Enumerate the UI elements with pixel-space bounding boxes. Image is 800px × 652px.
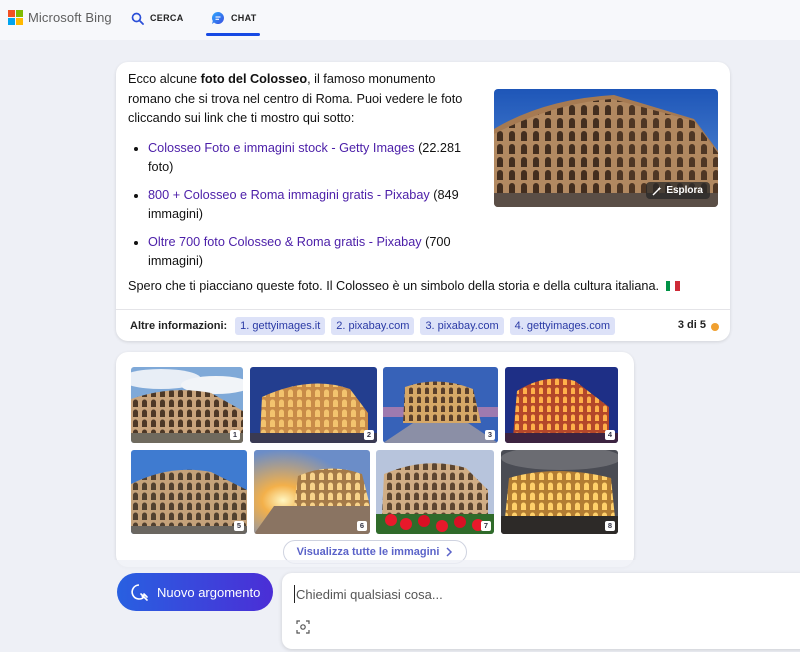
source-chip-pixabay-1[interactable]: 2. pixabay.com	[331, 316, 415, 335]
chat-bubble-icon	[211, 11, 224, 24]
tab-cerca[interactable]: CERCA	[131, 0, 184, 36]
thumbnail-index-badge: 3	[485, 430, 495, 440]
colosseum-photo	[250, 367, 377, 443]
colosseum-photo	[505, 367, 618, 443]
answer-intro: Ecco alcune foto del Colosseo, il famoso…	[128, 70, 478, 129]
colosseum-preview-image[interactable]: Esplora	[494, 89, 718, 207]
chevron-right-icon	[446, 547, 453, 557]
colosseum-photo	[376, 450, 494, 534]
source-chip-gettyimages-com[interactable]: 4. gettyimages.com	[509, 316, 615, 335]
image-thumbnail-2[interactable]: 2	[250, 367, 377, 443]
pixabay-link-2[interactable]: Oltre 700 foto Colosseo & Roma gratis - …	[148, 235, 422, 249]
image-thumbnail-4[interactable]: 4	[505, 367, 618, 443]
view-all-label: Visualizza tutte le immagini	[296, 546, 440, 558]
explore-label: Esplora	[666, 185, 703, 196]
thumbnail-index-badge: 8	[605, 521, 615, 531]
thumbnail-index-badge: 5	[234, 521, 244, 531]
intro-bold-text: foto del Colosseo	[200, 72, 308, 86]
thumbnail-index-badge: 1	[230, 430, 240, 440]
thumbnail-index-badge: 2	[364, 430, 374, 440]
source-chip-pixabay-2[interactable]: 3. pixabay.com	[420, 316, 504, 335]
more-info-bar: Altre informazioni: 1. gettyimages.it 2.…	[116, 309, 730, 341]
top-bar: Microsoft Bing CERCA CHAT	[0, 0, 800, 40]
answer-closing: Spero che ti piacciano queste foto. Il C…	[128, 277, 728, 296]
image-thumbnail-6[interactable]: 6	[254, 450, 370, 534]
turn-counter: 3 di 5	[677, 319, 706, 331]
thumbnail-index-badge: 7	[481, 521, 491, 531]
image-thumbnail-1[interactable]: 1	[131, 367, 243, 443]
list-item: Colosseo Foto e immagini stock - Getty I…	[128, 139, 478, 178]
list-item: 800 + Colosseo e Roma immagini gratis - …	[128, 186, 478, 225]
source-link-list: Colosseo Foto e immagini stock - Getty I…	[128, 139, 478, 272]
getty-images-link[interactable]: Colosseo Foto e immagini stock - Getty I…	[148, 141, 415, 155]
source-chip-gettyimages-it[interactable]: 1. gettyimages.it	[235, 316, 326, 335]
tab-chat[interactable]: CHAT	[206, 0, 260, 36]
logo-text: Microsoft Bing	[28, 10, 112, 25]
new-topic-label: Nuovo argomento	[157, 584, 261, 600]
image-results-card: 1 2 3 4 5 6 7 8 Visualizza tutte le imma…	[116, 352, 634, 567]
microsoft-bing-logo[interactable]: Microsoft Bing	[8, 10, 112, 25]
more-info-label: Altre informazioni:	[130, 319, 228, 332]
status-dot-icon	[711, 323, 719, 331]
magic-wand-icon	[652, 186, 662, 195]
chat-input[interactable]	[294, 585, 774, 603]
image-thumbnail-5[interactable]: 5	[131, 450, 247, 534]
image-thumbnail-3[interactable]: 3	[383, 367, 498, 443]
list-item: Oltre 700 foto Colosseo & Roma gratis - …	[128, 233, 478, 272]
colosseum-photo	[501, 450, 618, 534]
chat-answer-card: Ecco alcune foto del Colosseo, il famoso…	[116, 62, 730, 341]
intro-text-1: Ecco alcune	[128, 72, 201, 86]
image-thumbnail-7[interactable]: 7	[376, 450, 494, 534]
thumbnail-index-badge: 6	[357, 521, 367, 531]
explore-button[interactable]: Esplora	[646, 182, 710, 199]
closing-text: Spero che ti piacciano queste foto. Il C…	[128, 279, 660, 293]
new-topic-broom-icon	[131, 584, 148, 601]
tab-chat-label: CHAT	[231, 13, 257, 23]
pixabay-link-1[interactable]: 800 + Colosseo e Roma immagini gratis - …	[148, 188, 430, 202]
thumbnail-index-badge: 4	[605, 430, 615, 440]
italian-flag-icon	[665, 281, 680, 291]
colosseum-photo	[131, 367, 243, 443]
search-icon	[131, 12, 144, 25]
colosseum-photo	[383, 367, 498, 443]
answer-text: Ecco alcune foto del Colosseo, il famoso…	[128, 70, 478, 280]
new-topic-button[interactable]: Nuovo argomento	[117, 573, 273, 611]
colosseum-photo	[131, 450, 247, 534]
visual-search-icon[interactable]	[296, 620, 310, 634]
microsoft-logo-icon	[8, 10, 23, 25]
tab-cerca-label: CERCA	[150, 13, 184, 23]
image-thumbnail-8[interactable]: 8	[501, 450, 618, 534]
chat-composer	[282, 573, 800, 649]
colosseum-photo	[254, 450, 370, 534]
